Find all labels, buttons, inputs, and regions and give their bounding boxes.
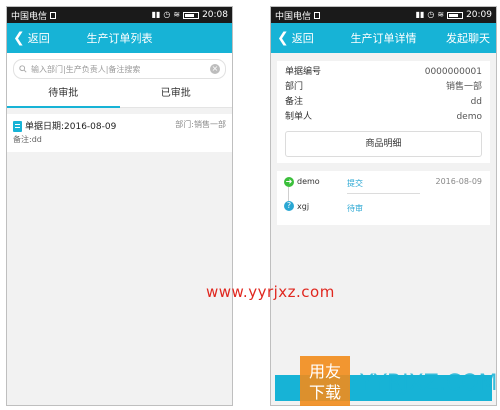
tab-bar: 待审批 已审批 [7, 83, 232, 108]
approval-flow: ➜ demo 提交 2016-08-09 ? xgj 待审 [277, 171, 490, 225]
chevron-left-icon: ❮ [277, 30, 289, 46]
search-icon [19, 65, 27, 73]
flow-date: 2016-08-09 [435, 177, 483, 186]
field-value: demo [456, 112, 482, 122]
watermark-logo: 用友 下载 YYRJXZ.COM [300, 356, 496, 406]
wifi-icon: ≋ [437, 10, 445, 19]
carrier-label: 中国电信 [275, 11, 312, 22]
note: 备注:dd [13, 135, 42, 144]
alarm-icon: ◷ [427, 10, 435, 19]
divider [347, 193, 420, 194]
tab-approved[interactable]: 已审批 [120, 83, 233, 107]
search-placeholder: 输入部门|生产负责人|备注搜索 [31, 64, 141, 74]
back-label: 返回 [27, 32, 50, 45]
field-row: 单据编号 0000000001 [285, 65, 482, 80]
field-row: 备注 dd [285, 95, 482, 110]
nav-bar: ❮ 返回 生产订单详情 发起聊天 [271, 23, 496, 53]
back-label: 返回 [291, 32, 314, 45]
tab-pending[interactable]: 待审批 [7, 83, 120, 108]
field-label: 备注 [285, 97, 304, 107]
field-value: 销售一部 [445, 82, 482, 92]
svg-text:YYRJXZ.COM: YYRJXZ.COM [359, 371, 496, 396]
flow-connector [288, 187, 289, 201]
watermark-url: www.yyrjxz.com [206, 283, 335, 301]
status-icons: ▮▮ ◷ ≋ [416, 11, 464, 19]
sim-icon [50, 11, 57, 19]
alarm-icon: ◷ [163, 10, 171, 19]
field-row: 部门 销售一部 [285, 80, 482, 95]
status-bar: 中国电信 ▮▮ ◷ ≋ 20:09 [271, 7, 496, 23]
nav-bar: ❮ 返回 生产订单列表 [7, 23, 232, 53]
list-screen: 中国电信 ▮▮ ◷ ≋ 20:08 ❮ 返回 生产订单列表 输入部门|生产负责人… [6, 6, 233, 406]
wifi-icon: ≋ [173, 10, 181, 19]
chevron-left-icon: ❮ [13, 30, 25, 46]
back-button[interactable]: ❮ 返回 [7, 30, 50, 46]
search-input[interactable]: 输入部门|生产负责人|备注搜索 × [13, 59, 226, 79]
detail-screen: 中国电信 ▮▮ ◷ ≋ 20:09 ❮ 返回 生产订单详情 发起聊天 单据编号 … [270, 6, 497, 406]
list-item[interactable]: 单据日期:2016-08-09 部门:销售一部 备注:dd [7, 114, 232, 152]
sim-icon [314, 11, 321, 19]
clear-icon[interactable]: × [210, 64, 220, 74]
field-label: 制单人 [285, 112, 313, 122]
clock: 20:09 [466, 10, 492, 20]
start-chat-button[interactable]: 发起聊天 [446, 30, 496, 46]
status-bar: 中国电信 ▮▮ ◷ ≋ 20:08 [7, 7, 232, 23]
carrier-label: 中国电信 [11, 11, 48, 22]
flow-status: 提交 [347, 179, 363, 188]
status-icons: ▮▮ ◷ ≋ [152, 11, 200, 19]
svg-text:用友: 用友 [309, 362, 341, 381]
field-value: dd [470, 97, 482, 107]
flow-user: xgj [297, 202, 310, 211]
field-label: 部门 [285, 82, 304, 92]
signal-icon: ▮▮ [415, 10, 425, 19]
back-button[interactable]: ❮ 返回 [271, 30, 314, 46]
svg-text:下载: 下载 [309, 383, 341, 402]
clock: 20:08 [202, 10, 228, 20]
doc-date: 单据日期:2016-08-09 [25, 122, 117, 132]
order-info-card: 单据编号 0000000001 部门 销售一部 备注 dd 制单人 demo 商… [277, 61, 490, 163]
flow-user: demo [297, 177, 320, 186]
field-value: 0000000001 [424, 67, 482, 77]
department: 部门:销售一部 [175, 120, 226, 129]
document-icon [13, 121, 22, 132]
battery-icon [183, 11, 200, 19]
search-area: 输入部门|生产负责人|备注搜索 × [7, 53, 232, 83]
field-label: 单据编号 [285, 67, 322, 77]
signal-icon: ▮▮ [151, 10, 161, 19]
product-details-button[interactable]: 商品明细 [285, 131, 482, 157]
field-row: 制单人 demo [285, 110, 482, 125]
question-icon: ? [284, 201, 294, 211]
arrow-right-icon: ➜ [284, 177, 294, 187]
flow-status: 待审 [347, 204, 363, 213]
battery-icon [447, 11, 464, 19]
